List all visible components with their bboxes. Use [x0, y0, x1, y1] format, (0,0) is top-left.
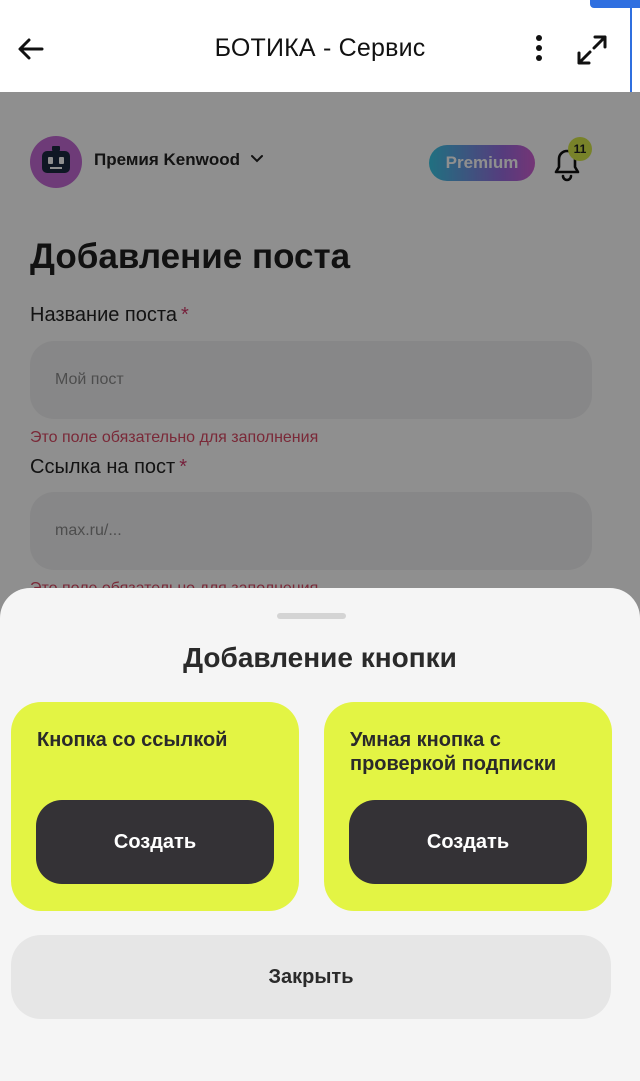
create-smart-button[interactable]: Создать: [349, 800, 587, 884]
expand-button[interactable]: [570, 28, 614, 72]
more-vertical-icon: [536, 35, 542, 61]
sheet-drag-handle[interactable]: [277, 613, 346, 619]
expand-diagonal-icon: [577, 35, 607, 65]
option-title: Кнопка со ссылкой: [37, 729, 228, 751]
app-bar: БОТИКА - Сервис: [0, 0, 640, 92]
add-button-sheet: Добавление кнопки Кнопка со ссылкой Созд…: [0, 588, 640, 1081]
create-link-button[interactable]: Создать: [36, 800, 274, 884]
smart-button-option: Умная кнопка с проверкой подписки Создат…: [324, 702, 612, 911]
more-menu-button[interactable]: [524, 28, 554, 68]
window-edge-border: [630, 0, 640, 92]
link-button-option: Кнопка со ссылкой Создать: [11, 702, 299, 911]
sheet-title: Добавление кнопки: [183, 642, 457, 673]
option-title: Умная кнопка с проверкой подписки: [350, 729, 557, 775]
close-sheet-button[interactable]: Закрыть: [11, 935, 611, 1019]
